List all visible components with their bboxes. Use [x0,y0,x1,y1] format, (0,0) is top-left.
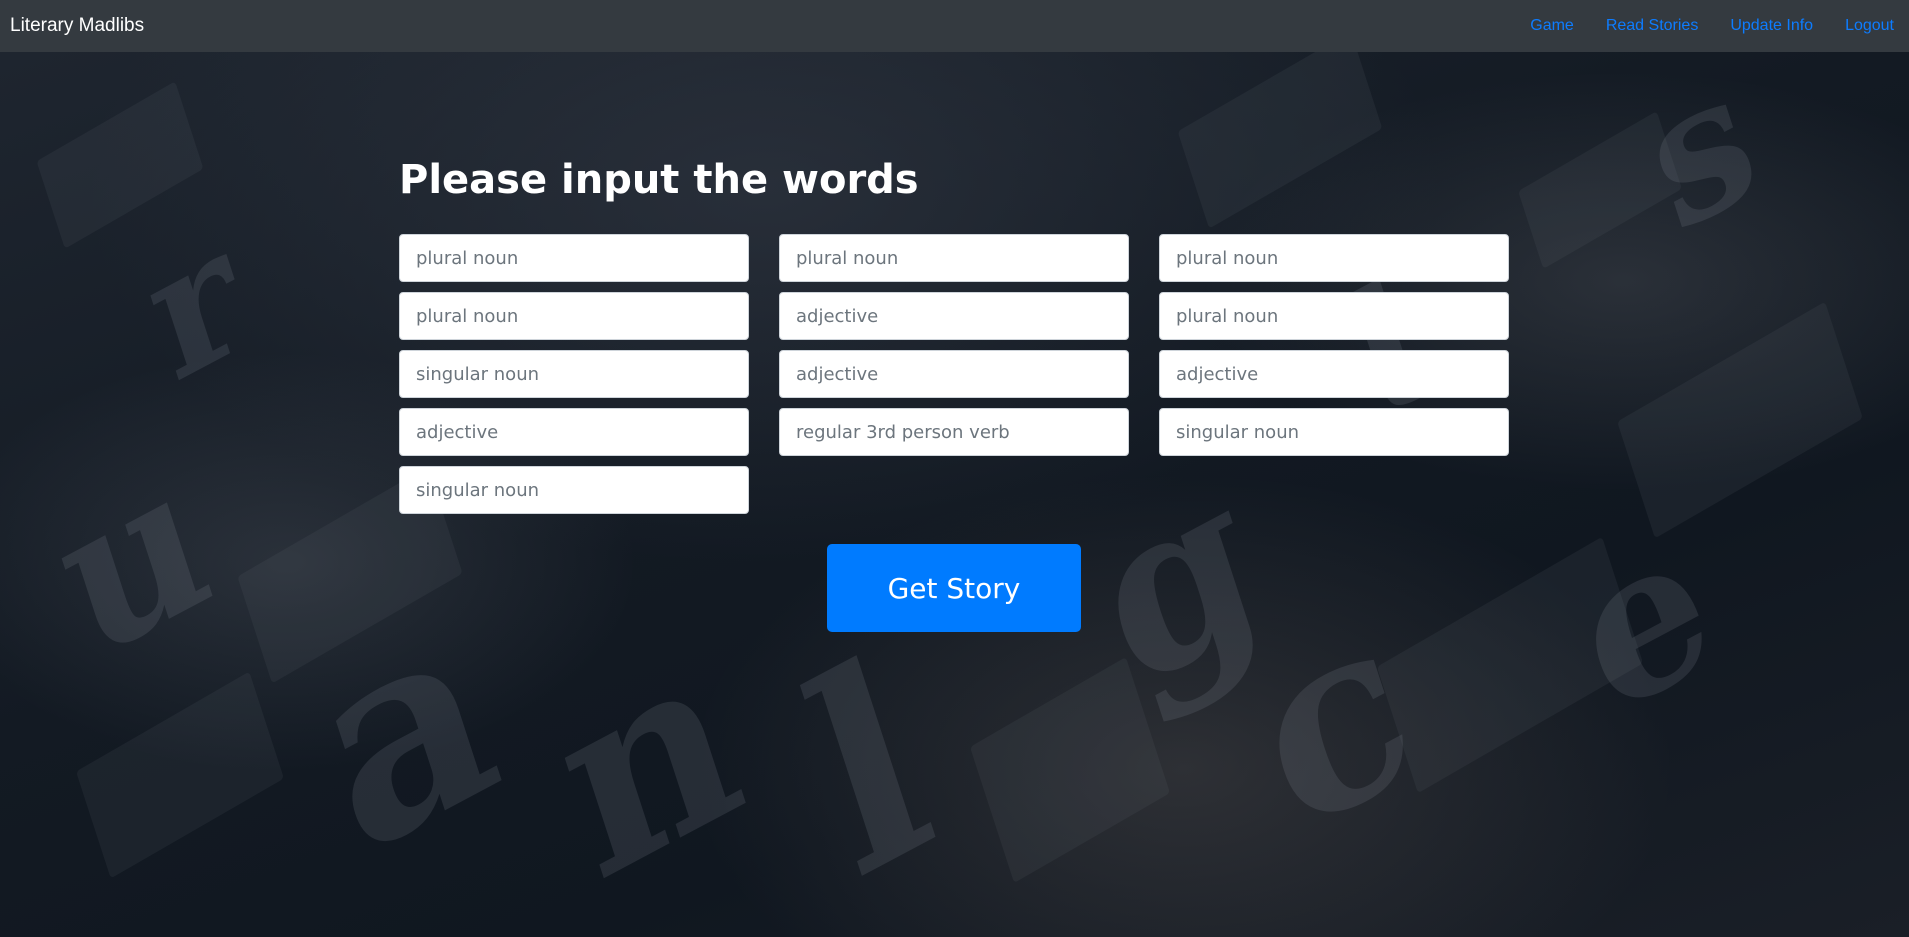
word-input-singular-noun[interactable] [1159,408,1509,456]
get-story-button[interactable]: Get Story [827,544,1081,632]
word-input-grid [399,234,1509,514]
word-input-adjective[interactable] [779,350,1129,398]
navbar: Literary Madlibs Game Read Stories Updat… [0,0,1909,52]
nav-link-logout[interactable]: Logout [1845,17,1894,35]
word-input-plural-noun[interactable] [399,234,749,282]
page-title: Please input the words [399,157,919,203]
brand-link[interactable]: Literary Madlibs [10,15,144,37]
word-input-verb[interactable] [779,408,1129,456]
word-input-plural-noun[interactable] [1159,292,1509,340]
nav-link-game[interactable]: Game [1530,17,1574,35]
nav-links: Game Read Stories Update Info Logout [1498,17,1899,35]
submit-row: Get Story [399,544,1509,632]
word-input-singular-noun[interactable] [399,466,749,514]
nav-link-read-stories[interactable]: Read Stories [1606,17,1699,35]
madlibs-form: Please input the words Get Story [399,150,1509,632]
word-input-plural-noun[interactable] [1159,234,1509,282]
word-input-adjective[interactable] [779,292,1129,340]
word-input-adjective[interactable] [1159,350,1509,398]
word-input-plural-noun[interactable] [779,234,1129,282]
nav-link-update-info[interactable]: Update Info [1730,17,1813,35]
word-input-singular-noun[interactable] [399,350,749,398]
word-input-plural-noun[interactable] [399,292,749,340]
word-input-adjective[interactable] [399,408,749,456]
